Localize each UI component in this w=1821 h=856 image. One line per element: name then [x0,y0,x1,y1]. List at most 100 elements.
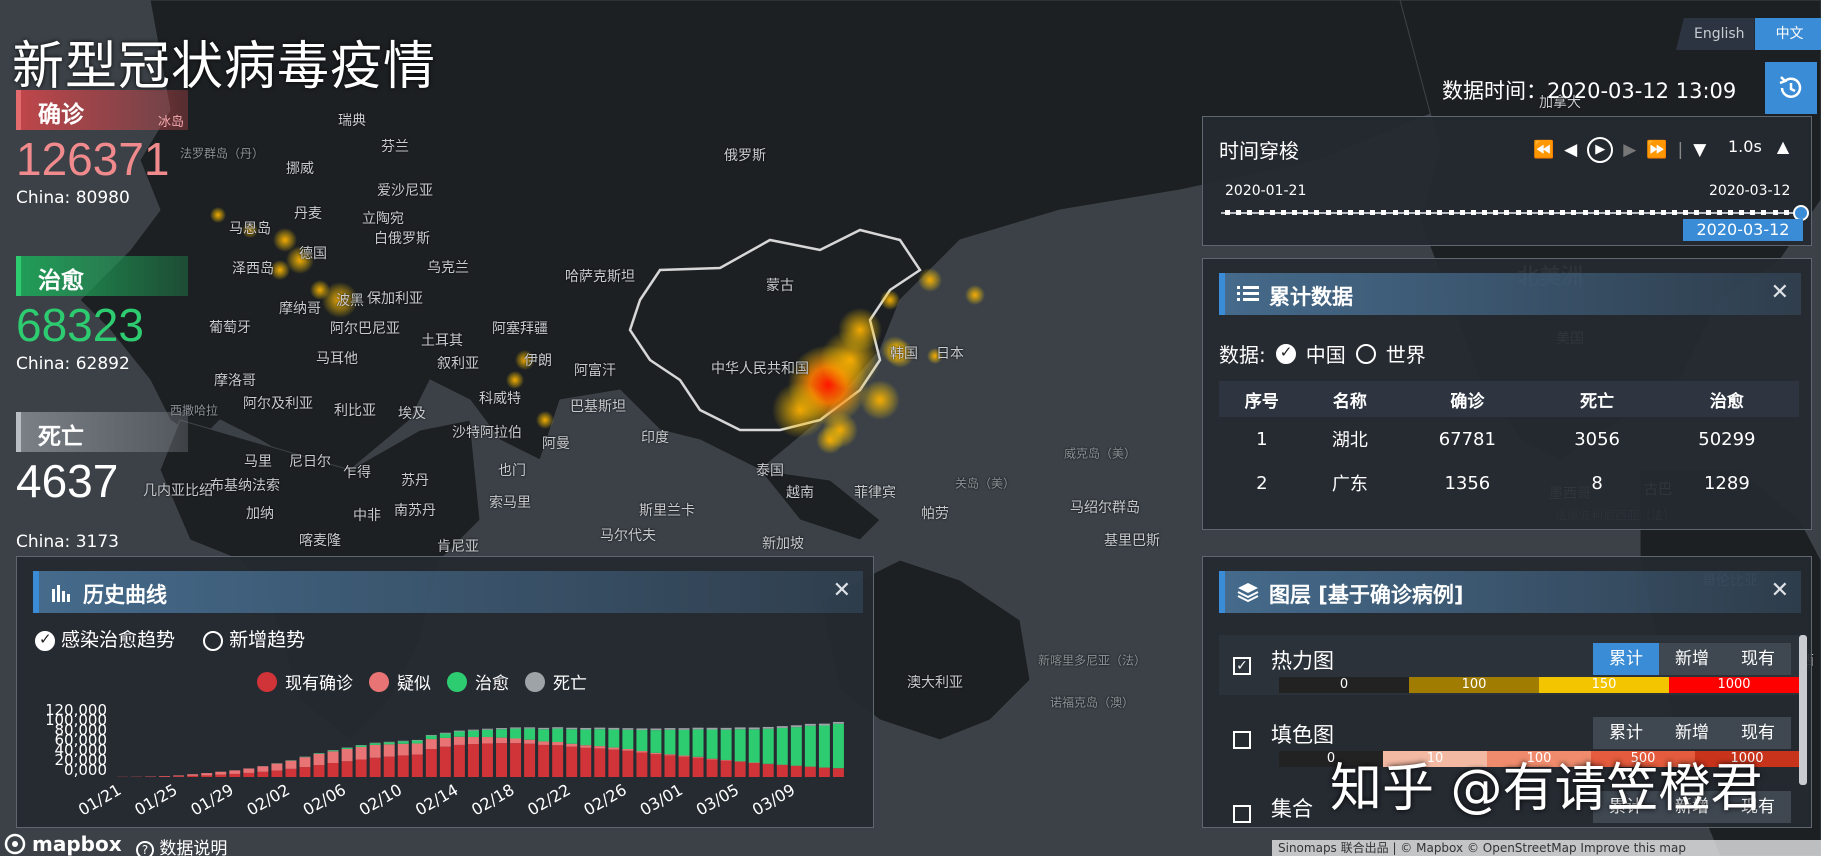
bar-疑似[interactable] [355,746,367,760]
bar-现有确诊[interactable] [790,765,802,777]
bar-现有确诊[interactable] [566,746,578,777]
bar-疑似[interactable] [482,737,493,744]
bar-现有确诊[interactable] [215,774,227,777]
bar-现有确诊[interactable] [832,768,844,777]
close-icon[interactable]: ✕ [1771,280,1789,305]
bar-疑似[interactable] [453,736,465,745]
bar-治愈[interactable] [453,731,465,737]
bar-死亡[interactable] [580,727,592,730]
bar-疑似[interactable] [496,737,507,744]
bar-疑似[interactable] [299,757,311,768]
bar-现有确诊[interactable] [762,764,774,777]
bar-疑似[interactable] [173,775,185,777]
bar-死亡[interactable] [734,727,746,730]
bar-治愈[interactable] [552,728,564,742]
bar-疑似[interactable] [313,753,325,766]
bar-死亡[interactable] [762,726,774,729]
bar-治愈[interactable] [482,729,493,738]
bar-现有确诊[interactable] [201,775,213,777]
close-icon[interactable]: ✕ [1771,578,1789,603]
layer-mode-button[interactable]: 累计 [1593,643,1659,675]
bar-现有确诊[interactable] [467,744,479,777]
bar-现有确诊[interactable] [580,747,592,777]
bar-治愈[interactable] [720,729,732,760]
bar-现有确诊[interactable] [664,755,676,777]
bar-疑似[interactable] [467,737,479,745]
speed-down-icon[interactable]: ▼ [1693,140,1706,160]
bar-治愈[interactable] [650,730,662,753]
layer-mode-button[interactable]: 新增 [1659,643,1725,675]
bar-疑似[interactable] [720,759,732,761]
bar-疑似[interactable] [636,751,648,753]
bar-现有确诊[interactable] [285,768,297,777]
bar-现有确诊[interactable] [173,776,185,777]
bar-疑似[interactable] [425,739,437,749]
bar-现有确诊[interactable] [608,749,620,777]
bar-现有确诊[interactable] [299,767,311,777]
bar-死亡[interactable] [594,727,606,730]
bar-治愈[interactable] [622,729,634,749]
bar-治愈[interactable] [832,723,844,769]
bar-疑似[interactable] [229,770,241,774]
bar-疑似[interactable] [706,758,718,760]
bar-现有确诊[interactable] [187,775,199,777]
bar-现有确诊[interactable] [425,749,437,777]
bar-死亡[interactable] [439,732,451,734]
bar-死亡[interactable] [748,727,760,730]
col-death[interactable]: 死亡 [1539,381,1655,417]
bar-现有确诊[interactable] [538,744,550,777]
bar-现有确诊[interactable] [524,743,536,777]
bar-现有确诊[interactable] [482,743,493,777]
rewind-icon[interactable]: ⏪ [1533,140,1554,160]
bar-疑似[interactable] [580,745,592,748]
bar-疑似[interactable] [411,743,423,755]
map-attribution[interactable]: Sinomaps 联合出品 | © Mapbox © OpenStreetMap… [1272,840,1821,856]
bar-疑似[interactable] [201,773,213,776]
bar-治愈[interactable] [790,727,802,766]
bar-死亡[interactable] [496,728,507,730]
fast-forward-icon[interactable]: ⏩ [1646,140,1667,160]
bar-现有确诊[interactable] [243,772,255,777]
bar-死亡[interactable] [467,729,479,731]
bar-死亡[interactable] [622,728,634,730]
bar-死亡[interactable] [482,728,493,730]
bar-现有确诊[interactable] [552,745,564,777]
bar-治愈[interactable] [776,727,788,765]
bar-死亡[interactable] [776,726,788,728]
bar-疑似[interactable] [538,741,550,745]
bar-疑似[interactable] [678,755,690,757]
speed-up-icon[interactable]: ▲ [1777,137,1789,156]
bar-治愈[interactable] [510,728,522,739]
bar-治愈[interactable] [566,729,578,744]
bar-治愈[interactable] [313,753,325,754]
bar-现有确诊[interactable] [510,743,522,777]
bar-现有确诊[interactable] [818,767,830,777]
bar-现有确诊[interactable] [411,754,423,777]
bar-治愈[interactable] [692,729,704,757]
bar-疑似[interactable] [664,754,676,756]
bar-治愈[interactable] [369,743,381,745]
col-index[interactable]: 序号 [1219,381,1305,417]
bar-疑似[interactable] [341,749,353,762]
step-back-icon[interactable]: ◀ [1564,140,1577,160]
bar-疑似[interactable] [510,738,522,744]
bar-治愈[interactable] [524,728,536,740]
bar-疑似[interactable] [327,751,339,763]
bar-死亡[interactable] [804,723,816,726]
bar-疑似[interactable] [650,752,662,755]
bar-疑似[interactable] [439,737,451,747]
radio-infect-recover[interactable]: 感染治愈趋势 [35,625,175,652]
bar-疑似[interactable] [622,749,634,751]
bar-疑似[interactable] [552,742,564,746]
bar-治愈[interactable] [748,729,760,763]
layer-mode-button[interactable]: 现有 [1725,643,1791,675]
play-icon[interactable]: ▶ [1587,137,1614,163]
bar-死亡[interactable] [678,728,690,730]
bar-现有确诊[interactable] [804,766,816,777]
bar-疑似[interactable] [566,743,578,747]
bar-现有确诊[interactable] [692,757,704,777]
bar-死亡[interactable] [720,727,732,730]
table-row[interactable]: 2 广东 1356 8 1289 [1219,461,1799,505]
bar-治愈[interactable] [411,740,423,744]
bar-疑似[interactable] [608,747,620,750]
